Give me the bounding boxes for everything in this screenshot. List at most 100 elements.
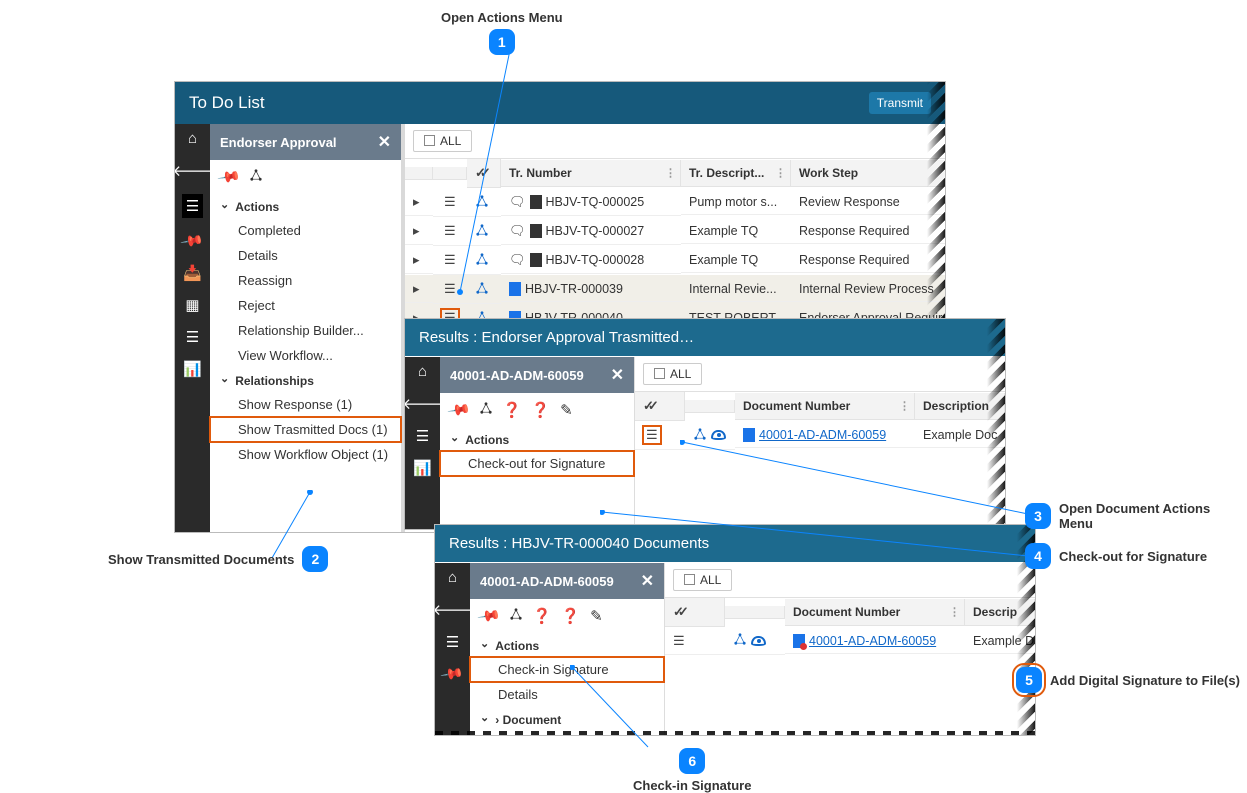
- window-title: Results : Endorser Approval Trasmitted…: [419, 329, 694, 346]
- action-reject[interactable]: Reject: [210, 293, 401, 318]
- cell-workstep: Internal Review Process: [791, 277, 945, 302]
- actions-menu-icon[interactable]: ☰: [673, 633, 685, 649]
- section-actions[interactable]: Actions: [210, 194, 401, 218]
- rel-workflow-obj[interactable]: Show Workflow Object (1): [210, 442, 401, 467]
- col-workstep[interactable]: Work Step⋮: [791, 160, 945, 187]
- rel-trasmitted-docs[interactable]: Show Trasmitted Docs (1): [210, 417, 401, 442]
- close-icon[interactable]: ✕: [378, 132, 391, 152]
- list-icon[interactable]: ☰: [446, 633, 459, 651]
- col-docnum[interactable]: Document Number⋮: [735, 393, 915, 420]
- cell-trnumber: 🗨 HBJV-TQ-000028: [501, 247, 681, 274]
- chart-icon[interactable]: 📊: [183, 360, 202, 378]
- col-desc[interactable]: Description: [915, 393, 1005, 420]
- all-button[interactable]: ALL: [673, 569, 732, 591]
- transmit-button[interactable]: Transmit: [869, 92, 931, 114]
- expand-icon[interactable]: ▸: [405, 189, 433, 216]
- relations-icon[interactable]: [479, 401, 493, 419]
- close-icon[interactable]: ✕: [641, 571, 654, 591]
- expand-icon[interactable]: ▸: [405, 276, 433, 303]
- pin-icon[interactable]: 📌: [440, 661, 466, 686]
- home-icon[interactable]: ⌂: [188, 130, 197, 147]
- back-icon[interactable]: 🡐: [435, 600, 473, 619]
- all-button[interactable]: ALL: [643, 363, 702, 385]
- pin-icon[interactable]: 📌: [477, 603, 503, 628]
- actions-menu-icon[interactable]: ☰: [433, 275, 467, 304]
- cell-actions[interactable]: ☰: [665, 628, 725, 655]
- table-row[interactable]: ▸ ☰ HBJV-TR-000039 Internal Revie... Int…: [405, 275, 945, 304]
- comment-icon[interactable]: 🗨: [509, 223, 526, 239]
- pin-icon[interactable]: 📌: [180, 228, 206, 253]
- help2-icon[interactable]: ❓: [561, 607, 580, 625]
- table-row[interactable]: ▸ ☰ 🗨 HBJV-TQ-000027 Example TQ Response…: [405, 217, 945, 246]
- section-actions[interactable]: Actions: [470, 633, 664, 657]
- view-icon[interactable]: [711, 430, 726, 440]
- list-icon[interactable]: ☰: [182, 194, 203, 218]
- chart-icon[interactable]: 📊: [413, 459, 432, 477]
- edit-icon[interactable]: ✎: [590, 607, 603, 625]
- window-results-docs: Results : HBJV-TR-000040 Documents ⌂ 🡐 ☰…: [435, 525, 1035, 735]
- col-desc[interactable]: Descrip: [965, 599, 1035, 626]
- col-trnumber[interactable]: Tr. Number⋮: [501, 160, 681, 187]
- section-document[interactable]: › Document: [470, 707, 664, 731]
- actions-menu-icon[interactable]: ☰: [433, 188, 467, 217]
- all-button[interactable]: ALL: [413, 130, 472, 152]
- view-icon[interactable]: [751, 636, 766, 646]
- expand-icon[interactable]: ▸: [405, 218, 433, 245]
- callout-bubble: 3: [1025, 503, 1051, 529]
- home-icon[interactable]: ⌂: [448, 569, 457, 586]
- cell-actions[interactable]: ☰: [635, 421, 685, 450]
- action-viewwf[interactable]: View Workflow...: [210, 343, 401, 368]
- col-docnum[interactable]: Document Number⋮: [785, 599, 965, 626]
- actions-menu-icon[interactable]: ☰: [433, 217, 467, 246]
- callout-3: 3 Open Document Actions Menu: [1025, 501, 1247, 531]
- relations-icon[interactable]: [475, 194, 489, 211]
- help-icon[interactable]: ❓: [503, 401, 522, 419]
- relations-icon[interactable]: [693, 427, 707, 444]
- action-details[interactable]: Details: [210, 243, 401, 268]
- list-icon[interactable]: ☰: [416, 427, 429, 445]
- relations-icon[interactable]: [509, 607, 523, 625]
- col-trdesc[interactable]: Tr. Descript...⋮: [681, 160, 791, 187]
- table-row[interactable]: ▸ ☰ 🗨 HBJV-TQ-000025 Pump motor s... Rev…: [405, 188, 945, 217]
- home-icon[interactable]: ⌂: [418, 363, 427, 380]
- action-reassign[interactable]: Reassign: [210, 268, 401, 293]
- back-icon[interactable]: 🡐: [175, 161, 213, 180]
- actions-menu-icon[interactable]: ☰: [433, 246, 467, 275]
- inbox-icon[interactable]: 📥: [183, 264, 202, 282]
- table-row[interactable]: ▸ ☰ 🗨 HBJV-TQ-000028 Example TQ Response…: [405, 246, 945, 275]
- list2-icon[interactable]: ☰: [186, 328, 199, 346]
- grid-icon[interactable]: ▦: [185, 296, 199, 314]
- window-title: Results : HBJV-TR-000040 Documents: [449, 535, 709, 552]
- section-relationships[interactable]: Relationships: [210, 368, 401, 392]
- action-checkout-signature[interactable]: Check-out for Signature: [440, 451, 634, 476]
- action-details[interactable]: Details: [470, 682, 664, 707]
- cell-trdesc: Example TQ: [681, 219, 791, 244]
- help2-icon[interactable]: ❓: [531, 401, 550, 419]
- action-completed[interactable]: Completed: [210, 218, 401, 243]
- relations-icon[interactable]: [475, 252, 489, 269]
- back-icon[interactable]: 🡐: [405, 394, 443, 413]
- rel-response[interactable]: Show Response (1): [210, 392, 401, 417]
- expand-icon[interactable]: ▸: [405, 247, 433, 274]
- edit-icon[interactable]: ✎: [560, 401, 573, 419]
- doc-link[interactable]: 40001-AD-ADM-60059: [759, 428, 886, 442]
- relations-icon[interactable]: [249, 168, 263, 186]
- action-checkin-signature[interactable]: Check-in Signature: [470, 657, 664, 682]
- cell-flags: [467, 247, 501, 275]
- section-actions[interactable]: Actions: [440, 427, 634, 451]
- side-panel: 40001-AD-ADM-60059 ✕ 📌 ❓ ❓ ✎ Actions Che…: [440, 357, 635, 529]
- relations-icon[interactable]: [733, 632, 747, 649]
- comment-icon[interactable]: 🗨: [509, 252, 526, 268]
- relations-icon[interactable]: [475, 223, 489, 240]
- actions-menu-icon[interactable]: ☰: [643, 426, 661, 444]
- close-icon[interactable]: ✕: [611, 365, 624, 385]
- pin-icon[interactable]: 📌: [447, 397, 473, 422]
- cell-trdesc: Pump motor s...: [681, 190, 791, 215]
- callout-label: Open Document Actions Menu: [1059, 501, 1247, 531]
- action-relbuilder[interactable]: Relationship Builder...: [210, 318, 401, 343]
- help-icon[interactable]: ❓: [533, 607, 552, 625]
- comment-icon[interactable]: 🗨: [509, 194, 526, 210]
- pin-icon[interactable]: 📌: [217, 164, 243, 189]
- relations-icon[interactable]: [475, 281, 489, 298]
- doc-link[interactable]: 40001-AD-ADM-60059: [809, 634, 936, 648]
